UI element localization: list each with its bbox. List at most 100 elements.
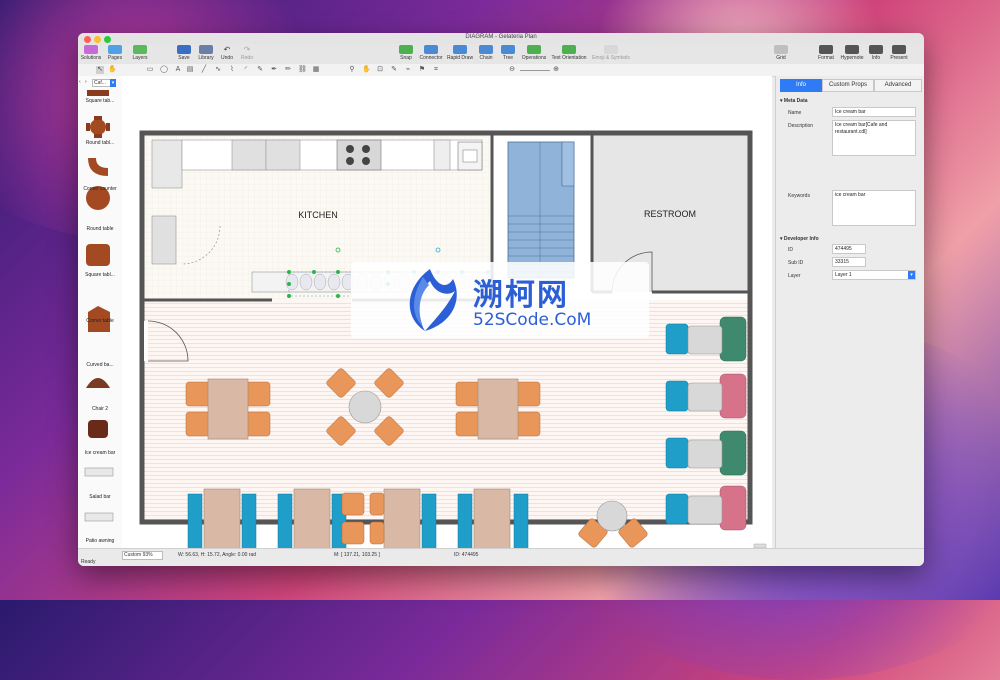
- undo-button[interactable]: ↶ Undo: [218, 44, 236, 61]
- rapid-draw-icon: [453, 45, 467, 54]
- zoom-in-icon[interactable]: ⊕: [552, 66, 560, 74]
- pointer-tool-icon[interactable]: ↖: [96, 66, 104, 74]
- text-box-tool-icon[interactable]: ▤: [186, 66, 194, 74]
- solutions-label: Solutions: [80, 55, 102, 61]
- pencil-tool-icon[interactable]: ✏: [284, 66, 292, 74]
- format-button[interactable]: Format: [816, 44, 836, 61]
- hypernote-label: Hypernote: [840, 55, 864, 61]
- brush-tool-icon[interactable]: ⌁: [404, 66, 412, 74]
- subid-field[interactable]: 33315: [832, 257, 866, 267]
- chair-2-shape[interactable]: [88, 420, 108, 438]
- pipette-tool-icon[interactable]: ✎: [390, 66, 398, 74]
- table-tool-icon[interactable]: ▦: [312, 66, 320, 74]
- line-tool-icon[interactable]: ╱: [200, 66, 208, 74]
- id-field[interactable]: 474495: [832, 244, 866, 254]
- pen-tool-icon[interactable]: ✒: [270, 66, 278, 74]
- layer-select[interactable]: Layer 1 ▾: [832, 270, 916, 280]
- pages-label: Pages: [107, 55, 123, 61]
- text-orientation-icon: [562, 45, 576, 54]
- library-button[interactable]: Library: [196, 44, 216, 61]
- zoom-out-icon[interactable]: ⊖: [508, 66, 516, 74]
- redo-label: Redo: [241, 55, 253, 61]
- zoom-select[interactable]: Custom 93%: [122, 551, 163, 560]
- hypernote-button[interactable]: Hypernote: [838, 44, 866, 61]
- magnify-tool-icon[interactable]: ⚲: [348, 66, 356, 74]
- text-tool-icon[interactable]: A: [174, 66, 182, 74]
- present-button[interactable]: Present: [886, 44, 912, 61]
- name-field[interactable]: Ice cream bar: [832, 107, 916, 117]
- library-item-label: Ice cream bar: [84, 450, 116, 456]
- polyline-tool-icon[interactable]: ⌇: [228, 66, 236, 74]
- zoom-slider[interactable]: [520, 70, 550, 71]
- rapid-draw-button[interactable]: Rapid Draw: [446, 44, 474, 61]
- keywords-label: Keywords: [788, 193, 810, 199]
- layers-icon: [133, 45, 147, 54]
- tree-label: Tree: [502, 55, 514, 61]
- salad-bar-shape[interactable]: [84, 512, 114, 522]
- round-patio-table[interactable]: [596, 500, 628, 532]
- bezier-tool-icon[interactable]: ✎: [256, 66, 264, 74]
- chain-tool-icon[interactable]: ⛓: [298, 66, 307, 74]
- chain-button[interactable]: Chain: [476, 44, 496, 61]
- library-shapes: [84, 90, 114, 556]
- hand-tool-icon[interactable]: ✋: [108, 66, 117, 74]
- connector-icon: [424, 45, 438, 54]
- id-readout: ID: 474495: [454, 552, 479, 558]
- pages-button[interactable]: Pages: [104, 44, 126, 61]
- curve-tool-icon[interactable]: ∿: [214, 66, 222, 74]
- emoji-label: Emoji & Symbols: [592, 55, 630, 61]
- tab-advanced[interactable]: Advanced: [874, 79, 922, 92]
- library-item-label: Round tabl...: [85, 140, 115, 146]
- grid-icon: [774, 45, 788, 54]
- library-icon: [199, 45, 213, 54]
- text-orientation-button[interactable]: Text Orientation: [550, 44, 588, 61]
- grid-label: Grid: [776, 55, 786, 61]
- operations-button[interactable]: Operations: [520, 44, 548, 61]
- crop-tool-icon[interactable]: ⌗: [432, 66, 440, 74]
- developer-info-header[interactable]: ▾ Developer Info: [780, 236, 819, 242]
- save-icon: [177, 45, 191, 54]
- keywords-field[interactable]: ice cream bar: [832, 190, 916, 226]
- ellipse-tool-icon[interactable]: ◯: [160, 66, 168, 74]
- connector-button[interactable]: Connector: [418, 44, 444, 61]
- emoji-symbols-button[interactable]: Emoji & Symbols: [590, 44, 632, 61]
- grid-button[interactable]: Grid: [772, 44, 790, 61]
- layers-label: Layers: [132, 55, 148, 61]
- corner-counter-shape[interactable]: [88, 158, 108, 176]
- round-table-shape[interactable]: [86, 116, 110, 138]
- kitchen-label: KITCHEN: [298, 210, 338, 220]
- stamp-tool-icon[interactable]: ⊡: [376, 66, 384, 74]
- rectangle-tool-icon[interactable]: ▭: [146, 66, 154, 74]
- square-table-2-shape[interactable]: [86, 244, 110, 266]
- undo-label: Undo: [221, 55, 233, 61]
- save-button[interactable]: Save: [174, 44, 194, 61]
- solutions-button[interactable]: Solutions: [80, 44, 102, 61]
- description-field[interactable]: Ice cream bar[Cafe and restaurant.cdl]: [832, 120, 916, 156]
- arc-tool-icon[interactable]: ◜: [242, 66, 250, 74]
- library-label: Library: [198, 55, 214, 61]
- layers-button[interactable]: Layers: [128, 44, 152, 61]
- ice-cream-bar-shape[interactable]: [84, 467, 114, 477]
- tab-custom-props[interactable]: Custom Props: [822, 79, 874, 92]
- library-item-label: Square tabl...: [85, 272, 115, 278]
- snap-button[interactable]: Snap: [396, 44, 416, 61]
- operations-label: Operations: [521, 55, 547, 61]
- meta-data-header[interactable]: ▾ Meta Data: [780, 98, 808, 104]
- tree-button[interactable]: Tree: [498, 44, 518, 61]
- watermark-overlay: 溯柯网 52SCode.CoM: [351, 262, 649, 338]
- redo-button[interactable]: ↷ Redo: [238, 44, 256, 61]
- stove[interactable]: [336, 139, 382, 171]
- pan-tool-icon[interactable]: ✋: [362, 66, 371, 74]
- solutions-icon: [84, 45, 98, 54]
- library-item-label: Round table: [86, 226, 114, 232]
- square-table-shape[interactable]: [87, 90, 109, 96]
- format-painter-tool-icon[interactable]: ⚑: [418, 66, 426, 74]
- undo-icon: ↶: [223, 45, 231, 54]
- connector-label: Connector: [419, 55, 443, 61]
- library-item-label: Corner table: [86, 318, 114, 324]
- curved-bar-shape[interactable]: [86, 378, 110, 388]
- tab-info[interactable]: Info: [780, 79, 822, 92]
- info-button[interactable]: Info: [868, 44, 884, 61]
- library-item-label: Corner counter: [83, 186, 117, 192]
- inspector-panel: Info Custom Props Advanced ▾ Meta Data N…: [775, 76, 924, 556]
